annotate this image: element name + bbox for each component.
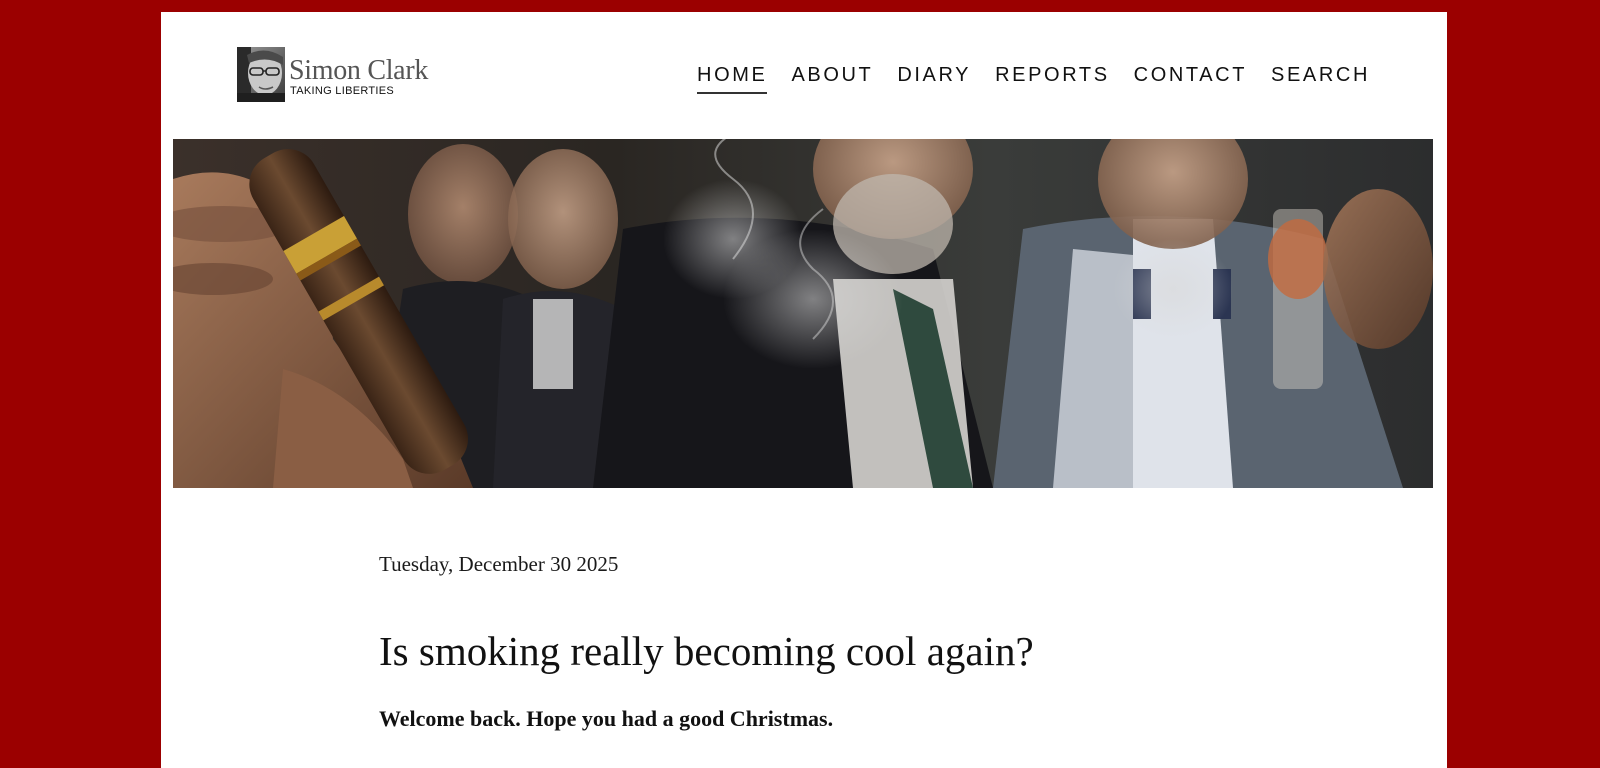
portrait-icon (237, 47, 285, 102)
nav-contact[interactable]: CONTACT (1134, 64, 1247, 94)
post-date: Tuesday, December 30 2025 (379, 552, 619, 576)
site-logo[interactable]: Simon Clark TAKING LIBERTIES (237, 47, 428, 103)
post-title[interactable]: Is smoking really becoming cool again? (379, 628, 1239, 674)
main-nav: HOME ABOUT DIARY REPORTS CONTACT SEARCH (697, 64, 1370, 94)
nav-reports[interactable]: REPORTS (995, 64, 1110, 94)
nav-about[interactable]: ABOUT (791, 64, 873, 94)
page-panel: Simon Clark TAKING LIBERTIES HOME ABOUT … (161, 12, 1447, 768)
nav-diary[interactable]: DIARY (897, 64, 971, 94)
site-tagline: TAKING LIBERTIES (290, 85, 395, 97)
nav-home[interactable]: HOME (697, 64, 768, 94)
hero-banner-image (173, 139, 1433, 488)
site-header: Simon Clark TAKING LIBERTIES HOME ABOUT … (161, 12, 1447, 139)
site-name: Simon Clark (289, 55, 429, 86)
hero-photo (173, 139, 1433, 488)
nav-search[interactable]: SEARCH (1271, 64, 1370, 94)
logo-text: Simon Clark TAKING LIBERTIES (289, 47, 429, 98)
blog-post: Tuesday, December 30 2025 Is smoking rea… (379, 552, 1239, 732)
post-lead: Welcome back. Hope you had a good Christ… (379, 706, 834, 731)
